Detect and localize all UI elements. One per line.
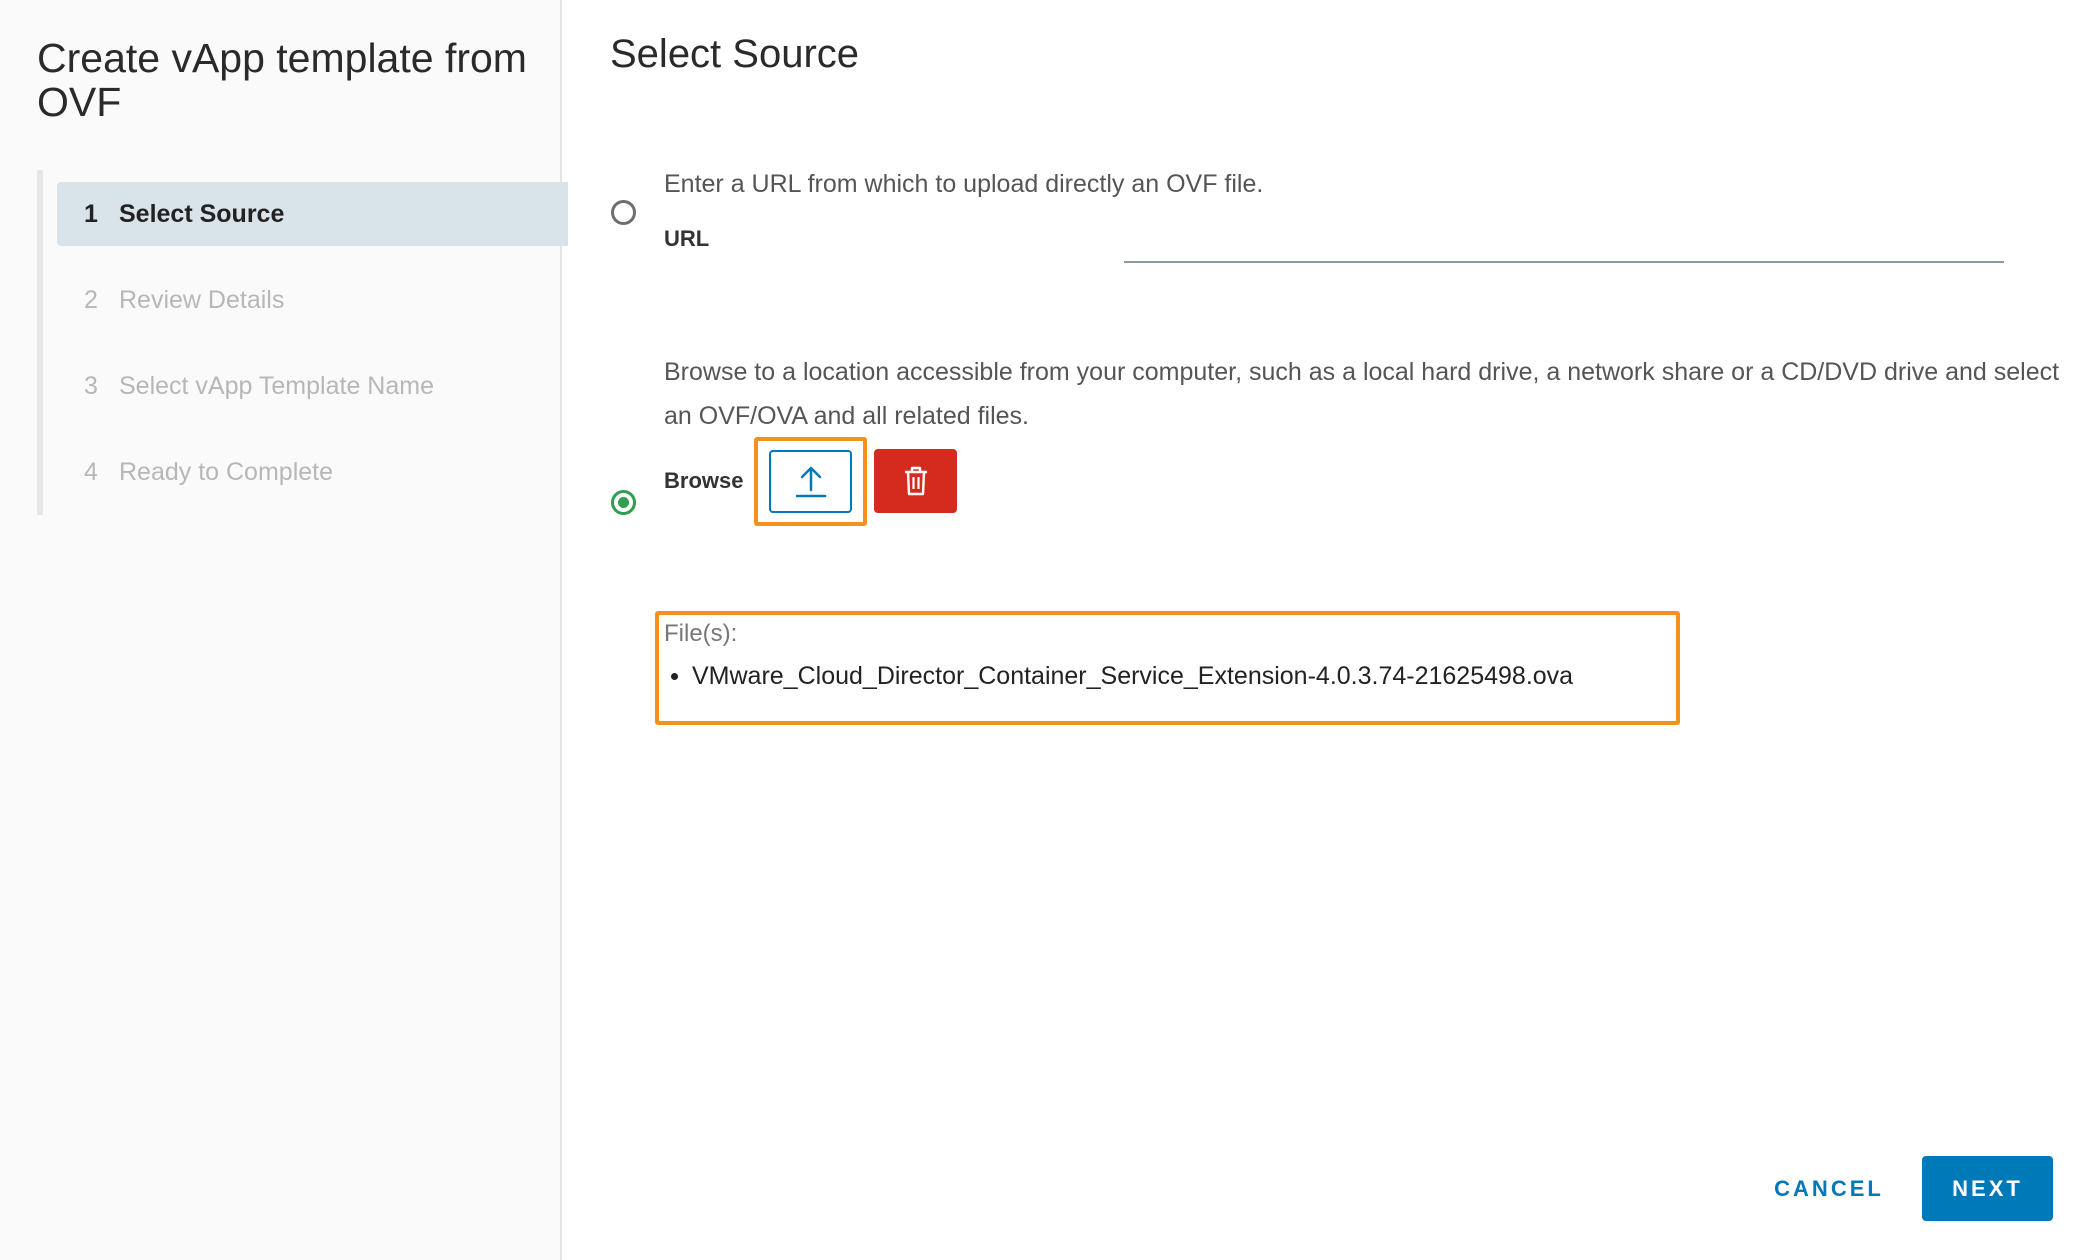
wizard-steps: 1 Select Source 2 Review Details 3 Selec… (37, 170, 568, 515)
step-number: 3 (84, 371, 98, 400)
files-label: File(s): (664, 620, 738, 647)
step-number: 2 (84, 285, 98, 314)
wizard-step-review-details: 2 Review Details (57, 268, 568, 332)
wizard-sidebar: Create vApp template from OVF 1 Select S… (0, 0, 568, 1260)
wizard-step-select-name: 3 Select vApp Template Name (57, 354, 568, 418)
wizard-main: Select Source Enter a URL from which to … (564, 0, 2092, 1260)
browse-radio[interactable] (611, 490, 636, 515)
step-label: Ready to Complete (119, 457, 334, 486)
step-label: Select vApp Template Name (119, 371, 434, 400)
url-radio[interactable] (611, 200, 636, 225)
cancel-button[interactable]: CANCEL (1764, 1156, 1894, 1222)
delete-button[interactable] (874, 449, 957, 513)
url-input[interactable] (1124, 225, 2004, 263)
wizard-step-select-source[interactable]: 1 Select Source (57, 182, 568, 246)
upload-button[interactable] (769, 450, 852, 513)
page-title: Select Source (610, 32, 860, 76)
next-button[interactable]: NEXT (1922, 1156, 2053, 1221)
wizard-title: Create vApp template from OVF (37, 35, 527, 125)
step-number: 4 (84, 457, 98, 486)
step-number: 1 (84, 199, 98, 228)
file-item: VMware_Cloud_Director_Container_Service_… (671, 662, 1573, 691)
browse-help-text: Browse to a location accessible from you… (664, 358, 2060, 430)
wizard-step-ready-to-complete: 4 Ready to Complete (57, 440, 568, 504)
files-list: VMware_Cloud_Director_Container_Service_… (671, 662, 1573, 691)
browse-label: Browse (664, 468, 744, 493)
url-label: URL (664, 226, 710, 251)
trash-icon (904, 466, 927, 496)
step-label: Review Details (119, 285, 285, 314)
step-label: Select Source (119, 199, 285, 228)
url-help-text: Enter a URL from which to upload directl… (664, 170, 1264, 198)
upload-icon (795, 466, 826, 497)
